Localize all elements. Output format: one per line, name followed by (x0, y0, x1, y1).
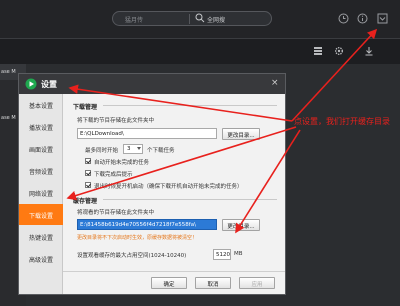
annotation-text: 点设置，我们打开缓存目录 (294, 117, 390, 126)
annotation-arrows (66, 28, 378, 234)
